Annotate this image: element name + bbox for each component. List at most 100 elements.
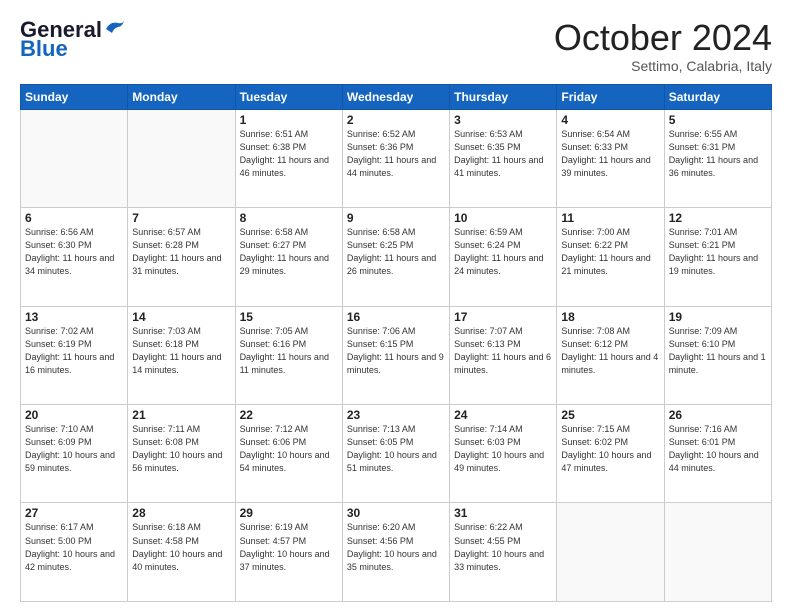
calendar-cell: 21Sunrise: 7:11 AM Sunset: 6:08 PM Dayli… <box>128 405 235 503</box>
day-info: Sunrise: 7:02 AM Sunset: 6:19 PM Dayligh… <box>25 325 123 377</box>
calendar-cell: 24Sunrise: 7:14 AM Sunset: 6:03 PM Dayli… <box>450 405 557 503</box>
day-number: 31 <box>454 506 552 520</box>
calendar-week-row: 20Sunrise: 7:10 AM Sunset: 6:09 PM Dayli… <box>21 405 772 503</box>
day-number: 16 <box>347 310 445 324</box>
day-number: 8 <box>240 211 338 225</box>
calendar-cell: 6Sunrise: 6:56 AM Sunset: 6:30 PM Daylig… <box>21 208 128 306</box>
day-info: Sunrise: 6:55 AM Sunset: 6:31 PM Dayligh… <box>669 128 767 180</box>
day-number: 1 <box>240 113 338 127</box>
day-info: Sunrise: 7:00 AM Sunset: 6:22 PM Dayligh… <box>561 226 659 278</box>
day-info: Sunrise: 6:19 AM Sunset: 4:57 PM Dayligh… <box>240 521 338 573</box>
day-number: 14 <box>132 310 230 324</box>
day-info: Sunrise: 7:11 AM Sunset: 6:08 PM Dayligh… <box>132 423 230 475</box>
day-of-week-header: Sunday <box>21 84 128 109</box>
day-of-week-header: Tuesday <box>235 84 342 109</box>
calendar-cell: 2Sunrise: 6:52 AM Sunset: 6:36 PM Daylig… <box>342 109 449 207</box>
day-of-week-header: Thursday <box>450 84 557 109</box>
day-info: Sunrise: 7:10 AM Sunset: 6:09 PM Dayligh… <box>25 423 123 475</box>
day-info: Sunrise: 6:59 AM Sunset: 6:24 PM Dayligh… <box>454 226 552 278</box>
day-number: 18 <box>561 310 659 324</box>
title-block: October 2024 Settimo, Calabria, Italy <box>554 18 772 74</box>
calendar-cell <box>557 503 664 602</box>
day-info: Sunrise: 6:51 AM Sunset: 6:38 PM Dayligh… <box>240 128 338 180</box>
day-info: Sunrise: 6:58 AM Sunset: 6:27 PM Dayligh… <box>240 226 338 278</box>
day-info: Sunrise: 7:13 AM Sunset: 6:05 PM Dayligh… <box>347 423 445 475</box>
calendar-cell: 19Sunrise: 7:09 AM Sunset: 6:10 PM Dayli… <box>664 306 771 404</box>
day-info: Sunrise: 7:03 AM Sunset: 6:18 PM Dayligh… <box>132 325 230 377</box>
header: General Blue October 2024 Settimo, Calab… <box>20 18 772 74</box>
calendar-cell: 5Sunrise: 6:55 AM Sunset: 6:31 PM Daylig… <box>664 109 771 207</box>
calendar-cell: 20Sunrise: 7:10 AM Sunset: 6:09 PM Dayli… <box>21 405 128 503</box>
day-info: Sunrise: 6:22 AM Sunset: 4:55 PM Dayligh… <box>454 521 552 573</box>
calendar-cell <box>664 503 771 602</box>
calendar-table: SundayMondayTuesdayWednesdayThursdayFrid… <box>20 84 772 602</box>
day-info: Sunrise: 7:01 AM Sunset: 6:21 PM Dayligh… <box>669 226 767 278</box>
month-title: October 2024 <box>554 18 772 58</box>
day-info: Sunrise: 7:08 AM Sunset: 6:12 PM Dayligh… <box>561 325 659 377</box>
day-number: 6 <box>25 211 123 225</box>
logo: General Blue <box>20 18 126 60</box>
day-number: 25 <box>561 408 659 422</box>
day-info: Sunrise: 7:07 AM Sunset: 6:13 PM Dayligh… <box>454 325 552 377</box>
calendar-cell <box>128 109 235 207</box>
day-number: 20 <box>25 408 123 422</box>
page: General Blue October 2024 Settimo, Calab… <box>0 0 792 612</box>
calendar-cell: 12Sunrise: 7:01 AM Sunset: 6:21 PM Dayli… <box>664 208 771 306</box>
calendar-cell: 31Sunrise: 6:22 AM Sunset: 4:55 PM Dayli… <box>450 503 557 602</box>
calendar-cell: 16Sunrise: 7:06 AM Sunset: 6:15 PM Dayli… <box>342 306 449 404</box>
day-number: 21 <box>132 408 230 422</box>
calendar-cell: 9Sunrise: 6:58 AM Sunset: 6:25 PM Daylig… <box>342 208 449 306</box>
day-number: 12 <box>669 211 767 225</box>
day-number: 2 <box>347 113 445 127</box>
calendar-cell: 18Sunrise: 7:08 AM Sunset: 6:12 PM Dayli… <box>557 306 664 404</box>
day-of-week-header: Friday <box>557 84 664 109</box>
calendar-cell: 30Sunrise: 6:20 AM Sunset: 4:56 PM Dayli… <box>342 503 449 602</box>
day-info: Sunrise: 6:20 AM Sunset: 4:56 PM Dayligh… <box>347 521 445 573</box>
calendar-week-row: 1Sunrise: 6:51 AM Sunset: 6:38 PM Daylig… <box>21 109 772 207</box>
day-info: Sunrise: 7:06 AM Sunset: 6:15 PM Dayligh… <box>347 325 445 377</box>
day-number: 28 <box>132 506 230 520</box>
calendar-week-row: 6Sunrise: 6:56 AM Sunset: 6:30 PM Daylig… <box>21 208 772 306</box>
calendar-cell: 10Sunrise: 6:59 AM Sunset: 6:24 PM Dayli… <box>450 208 557 306</box>
day-info: Sunrise: 7:16 AM Sunset: 6:01 PM Dayligh… <box>669 423 767 475</box>
day-info: Sunrise: 6:58 AM Sunset: 6:25 PM Dayligh… <box>347 226 445 278</box>
day-info: Sunrise: 6:17 AM Sunset: 5:00 PM Dayligh… <box>25 521 123 573</box>
day-number: 29 <box>240 506 338 520</box>
calendar-cell: 7Sunrise: 6:57 AM Sunset: 6:28 PM Daylig… <box>128 208 235 306</box>
day-info: Sunrise: 6:52 AM Sunset: 6:36 PM Dayligh… <box>347 128 445 180</box>
day-number: 30 <box>347 506 445 520</box>
calendar-cell: 23Sunrise: 7:13 AM Sunset: 6:05 PM Dayli… <box>342 405 449 503</box>
logo-bird-icon <box>104 19 126 37</box>
day-info: Sunrise: 6:18 AM Sunset: 4:58 PM Dayligh… <box>132 521 230 573</box>
calendar-cell: 27Sunrise: 6:17 AM Sunset: 5:00 PM Dayli… <box>21 503 128 602</box>
day-info: Sunrise: 7:12 AM Sunset: 6:06 PM Dayligh… <box>240 423 338 475</box>
calendar-cell: 1Sunrise: 6:51 AM Sunset: 6:38 PM Daylig… <box>235 109 342 207</box>
day-of-week-header: Monday <box>128 84 235 109</box>
calendar-cell: 3Sunrise: 6:53 AM Sunset: 6:35 PM Daylig… <box>450 109 557 207</box>
calendar-cell: 14Sunrise: 7:03 AM Sunset: 6:18 PM Dayli… <box>128 306 235 404</box>
calendar-cell <box>21 109 128 207</box>
calendar-cell: 11Sunrise: 7:00 AM Sunset: 6:22 PM Dayli… <box>557 208 664 306</box>
day-number: 19 <box>669 310 767 324</box>
day-number: 4 <box>561 113 659 127</box>
calendar-cell: 8Sunrise: 6:58 AM Sunset: 6:27 PM Daylig… <box>235 208 342 306</box>
location-subtitle: Settimo, Calabria, Italy <box>554 58 772 74</box>
day-number: 26 <box>669 408 767 422</box>
day-number: 13 <box>25 310 123 324</box>
calendar-cell: 4Sunrise: 6:54 AM Sunset: 6:33 PM Daylig… <box>557 109 664 207</box>
day-info: Sunrise: 7:09 AM Sunset: 6:10 PM Dayligh… <box>669 325 767 377</box>
day-number: 23 <box>347 408 445 422</box>
day-info: Sunrise: 7:14 AM Sunset: 6:03 PM Dayligh… <box>454 423 552 475</box>
calendar-cell: 17Sunrise: 7:07 AM Sunset: 6:13 PM Dayli… <box>450 306 557 404</box>
day-of-week-header: Saturday <box>664 84 771 109</box>
day-info: Sunrise: 7:15 AM Sunset: 6:02 PM Dayligh… <box>561 423 659 475</box>
calendar-cell: 15Sunrise: 7:05 AM Sunset: 6:16 PM Dayli… <box>235 306 342 404</box>
calendar-cell: 25Sunrise: 7:15 AM Sunset: 6:02 PM Dayli… <box>557 405 664 503</box>
calendar-header-row: SundayMondayTuesdayWednesdayThursdayFrid… <box>21 84 772 109</box>
calendar-week-row: 13Sunrise: 7:02 AM Sunset: 6:19 PM Dayli… <box>21 306 772 404</box>
calendar-cell: 26Sunrise: 7:16 AM Sunset: 6:01 PM Dayli… <box>664 405 771 503</box>
day-number: 27 <box>25 506 123 520</box>
day-number: 3 <box>454 113 552 127</box>
day-number: 17 <box>454 310 552 324</box>
calendar-week-row: 27Sunrise: 6:17 AM Sunset: 5:00 PM Dayli… <box>21 503 772 602</box>
